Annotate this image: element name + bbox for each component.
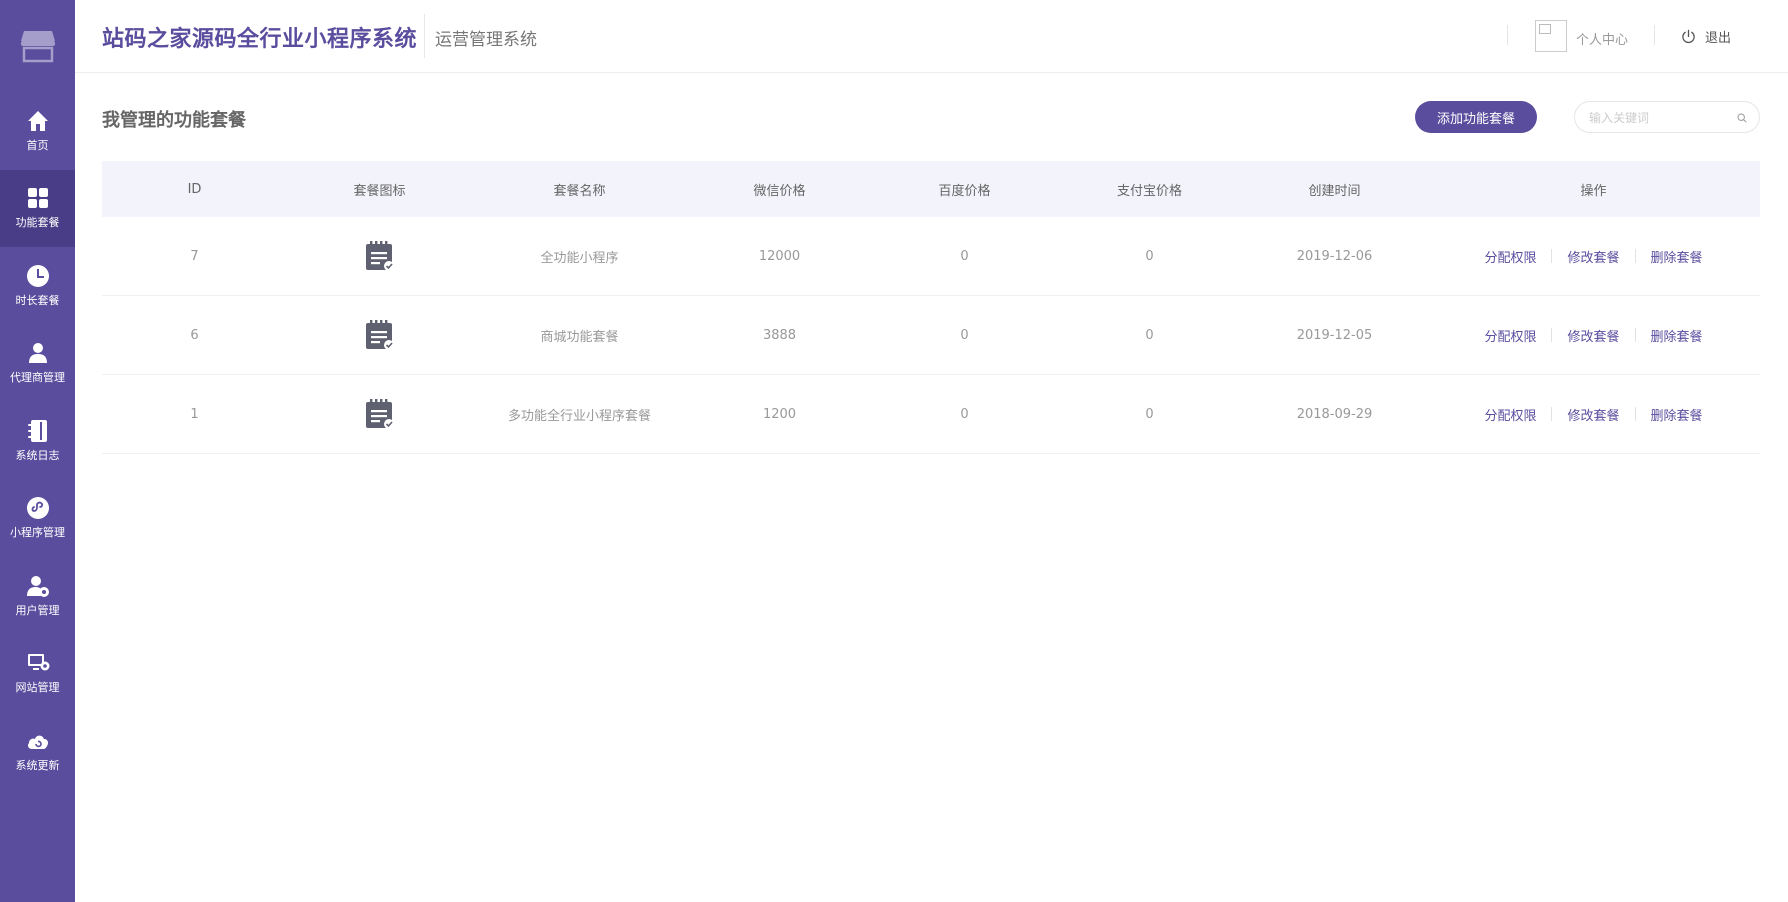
notepad-icon <box>365 399 394 429</box>
sidebar-item-label: 代理商管理 <box>10 371 65 385</box>
column-header: ID <box>187 181 202 197</box>
cell-icon <box>287 240 472 272</box>
cell-created: 2018-09-29 <box>1296 406 1373 422</box>
sidebar-item-label: 网站管理 <box>15 681 60 695</box>
title-divider <box>424 14 425 58</box>
cell-actions: 分配权限 修改套餐 删除套餐 <box>1427 405 1760 424</box>
cell-name: 全功能小程序 <box>540 250 619 266</box>
cell-id: 6 <box>190 327 199 343</box>
search-input[interactable] <box>1589 109 1729 127</box>
delete-package-link[interactable]: 删除套餐 <box>1636 247 1718 266</box>
table-row: 6 商城功能套餐 3888 0 0 2019-12-05 分配权限 修改套餐 删… <box>102 296 1760 375</box>
sidebar-item-label: 小程序管理 <box>10 526 65 540</box>
cell-actions: 分配权限 修改套餐 删除套餐 <box>1427 247 1760 266</box>
log-book-icon <box>27 419 47 442</box>
mini-program-icon <box>26 497 49 520</box>
grid-icon <box>27 188 48 209</box>
search-box <box>1574 101 1760 133</box>
column-header: 微信价格 <box>753 183 806 199</box>
home-icon <box>27 110 48 131</box>
cell-id: 1 <box>190 406 199 422</box>
cell-baidu-price: 0 <box>960 327 969 343</box>
add-package-button[interactable]: 添加功能套餐 <box>1415 101 1537 133</box>
assign-permissions-link[interactable]: 分配权限 <box>1469 247 1551 266</box>
column-header: 创建时间 <box>1308 183 1361 199</box>
column-header: 支付宝价格 <box>1116 183 1182 199</box>
cell-alipay-price: 0 <box>1145 327 1154 343</box>
delete-package-link[interactable]: 删除套餐 <box>1636 326 1718 345</box>
column-header: 套餐名称 <box>553 183 606 199</box>
column-header: 套餐图标 <box>353 183 406 199</box>
notepad-icon <box>365 320 394 350</box>
cell-wechat-price: 3888 <box>762 327 797 343</box>
sidebar-item-feature-packages[interactable]: 功能套餐 <box>0 169 75 247</box>
sidebar-item-agents[interactable]: 代理商管理 <box>0 325 75 403</box>
logout-label: 退出 <box>1705 31 1732 46</box>
sidebar-item-label: 系统日志 <box>15 448 60 462</box>
cloud-update-icon <box>27 735 48 749</box>
monitor-settings-icon <box>27 654 49 671</box>
cell-name: 商城功能套餐 <box>540 329 619 345</box>
power-icon <box>1682 29 1695 44</box>
table-row: 7 全功能小程序 12000 0 0 2019-12-06 分配权限 修改套餐 … <box>102 217 1760 296</box>
sidebar-item-label: 功能套餐 <box>15 216 60 230</box>
app-title: 站码之家源码全行业小程序系统 <box>102 27 418 52</box>
agent-icon <box>28 343 47 364</box>
sidebar-item-users[interactable]: 用户管理 <box>0 557 75 635</box>
cell-created: 2019-12-05 <box>1296 327 1373 343</box>
assign-permissions-link[interactable]: 分配权限 <box>1469 405 1551 424</box>
packages-table: ID 套餐图标 套餐名称 微信价格 百度价格 支付宝价格 创建时间 操作 7 全… <box>102 161 1760 454</box>
cell-actions: 分配权限 修改套餐 删除套餐 <box>1427 326 1760 345</box>
clock-icon <box>26 264 49 287</box>
table-row: 1 多功能全行业小程序套餐 1200 0 0 2018-09-29 分配权限 修… <box>102 375 1760 454</box>
sidebar-item-system-update[interactable]: 系统更新 <box>0 712 75 790</box>
notepad-icon <box>365 241 394 271</box>
cell-wechat-price: 1200 <box>762 406 797 422</box>
store-icon <box>20 31 55 63</box>
profile-link[interactable]: 个人中心 <box>1576 29 1628 48</box>
sidebar-item-label: 系统更新 <box>15 758 60 772</box>
header-divider <box>1654 25 1655 45</box>
sidebar-item-label: 时长套餐 <box>15 293 60 307</box>
user-settings-icon <box>26 575 49 597</box>
sidebar-item-system-log[interactable]: 系统日志 <box>0 402 75 480</box>
logout-button[interactable]: 退出 <box>1681 27 1731 46</box>
cell-baidu-price: 0 <box>960 406 969 422</box>
assign-permissions-link[interactable]: 分配权限 <box>1469 326 1551 345</box>
cell-alipay-price: 0 <box>1145 406 1154 422</box>
cell-created: 2019-12-06 <box>1296 248 1373 264</box>
page-title: 我管理的功能套餐 <box>102 110 246 131</box>
app-subtitle: 运营管理系统 <box>435 30 537 50</box>
edit-package-link[interactable]: 修改套餐 <box>1552 326 1634 345</box>
app-root: 首页 功能套餐 时长套餐 代理商管理 系统日志 小程序管理 用户管理 网站管理 … <box>0 0 1788 902</box>
avatar[interactable] <box>1535 20 1567 52</box>
header-divider <box>1507 25 1508 45</box>
sidebar-item-time-packages[interactable]: 时长套餐 <box>0 247 75 325</box>
cell-baidu-price: 0 <box>960 248 969 264</box>
sidebar-item-mini-programs[interactable]: 小程序管理 <box>0 480 75 558</box>
cell-icon <box>287 398 472 430</box>
sidebar-item-home[interactable]: 首页 <box>0 92 75 170</box>
cell-icon <box>287 319 472 351</box>
cell-wechat-price: 12000 <box>758 248 801 264</box>
sidebar: 首页 功能套餐 时长套餐 代理商管理 系统日志 小程序管理 用户管理 网站管理 … <box>0 0 75 902</box>
edit-package-link[interactable]: 修改套餐 <box>1552 247 1634 266</box>
cell-name: 多功能全行业小程序套餐 <box>507 408 651 424</box>
sidebar-item-websites[interactable]: 网站管理 <box>0 635 75 713</box>
delete-package-link[interactable]: 删除套餐 <box>1636 405 1718 424</box>
cell-id: 7 <box>190 248 199 264</box>
column-header: 操作 <box>1580 183 1607 199</box>
search-icon[interactable] <box>1737 113 1747 123</box>
top-header: 站码之家源码全行业小程序系统 运营管理系统 个人中心 退出 <box>75 0 1788 73</box>
table-header: ID 套餐图标 套餐名称 微信价格 百度价格 支付宝价格 创建时间 操作 <box>102 161 1760 217</box>
cell-alipay-price: 0 <box>1145 248 1154 264</box>
column-header: 百度价格 <box>938 183 991 199</box>
edit-package-link[interactable]: 修改套餐 <box>1552 405 1634 424</box>
sidebar-item-label: 首页 <box>26 138 49 152</box>
sidebar-item-label: 用户管理 <box>15 603 60 617</box>
sidebar-logo[interactable] <box>0 0 75 92</box>
